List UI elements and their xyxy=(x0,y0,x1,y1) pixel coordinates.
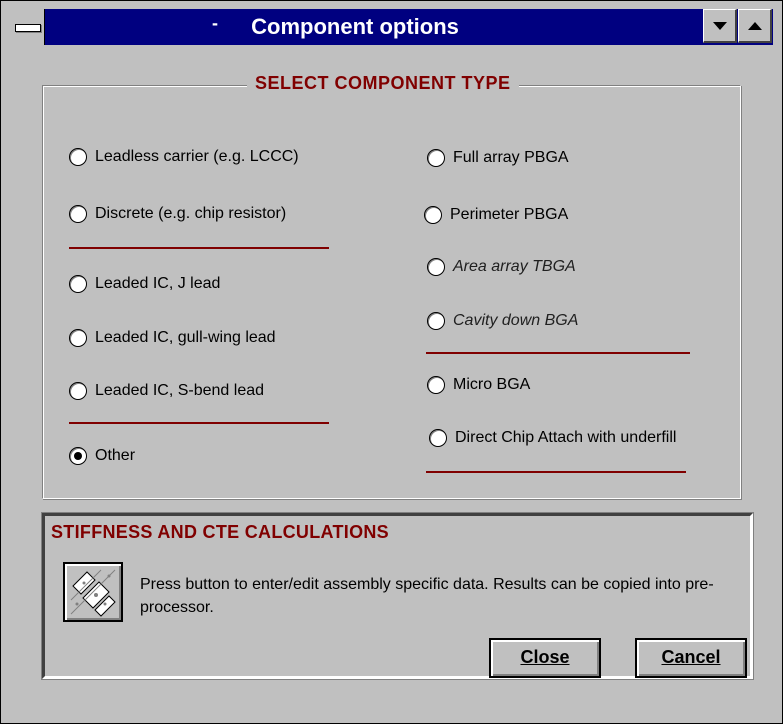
radio-leaded-gull-wing[interactable]: Leaded IC, gull-wing lead xyxy=(69,329,276,347)
maximize-button[interactable] xyxy=(738,9,772,43)
component-options-window: - Component options SELECT COMPONENT TYP… xyxy=(0,0,783,724)
radio-circle xyxy=(69,148,87,166)
group-title: SELECT COMPONENT TYPE xyxy=(247,73,519,94)
radio-circle xyxy=(427,149,445,167)
cancel-button[interactable]: Cancel xyxy=(635,638,747,678)
radio-circle xyxy=(69,329,87,347)
close-button[interactable]: Close xyxy=(489,638,601,678)
radio-other[interactable]: Other xyxy=(69,447,135,465)
radio-leadless-carrier[interactable]: Leadless carrier (e.g. LCCC) xyxy=(69,148,299,166)
separator-line xyxy=(426,471,686,473)
radio-label: Leadless carrier (e.g. LCCC) xyxy=(95,148,299,165)
radio-label: Direct Chip Attach with underfill xyxy=(455,429,677,446)
radio-circle xyxy=(427,258,445,276)
radio-discrete[interactable]: Discrete (e.g. chip resistor) xyxy=(69,205,286,223)
radio-circle xyxy=(69,382,87,400)
radio-label: Leaded IC, gull-wing lead xyxy=(95,329,276,346)
separator-line xyxy=(69,247,329,249)
radio-area-array-tbga[interactable]: Area array TBGA xyxy=(427,258,576,276)
maximize-arrow-icon xyxy=(747,21,762,30)
separator-line xyxy=(69,422,329,424)
radio-label: Micro BGA xyxy=(453,376,531,393)
title-bar: - Component options xyxy=(9,9,773,45)
radio-circle-selected xyxy=(69,447,87,465)
radio-label: Cavity down BGA xyxy=(453,312,579,329)
stiffness-calculation-button[interactable] xyxy=(63,562,123,622)
radio-circle xyxy=(424,206,442,224)
radio-label: Perimeter PBGA xyxy=(450,206,569,223)
radio-circle xyxy=(427,376,445,394)
radio-cavity-down-bga[interactable]: Cavity down BGA xyxy=(427,312,578,330)
separator-line xyxy=(426,352,690,354)
radio-full-array-pbga[interactable]: Full array PBGA xyxy=(427,149,569,167)
component-type-group: SELECT COMPONENT TYPE Leadless carrier (… xyxy=(42,73,741,499)
panel-title: STIFFNESS AND CTE CALCULATIONS xyxy=(51,522,389,542)
radio-circle xyxy=(69,275,87,293)
radio-micro-bga[interactable]: Micro BGA xyxy=(427,376,530,394)
radio-label: Other xyxy=(95,447,136,464)
radio-direct-chip-attach[interactable]: Direct Chip Attach with underfill xyxy=(429,429,676,447)
radio-leaded-j[interactable]: Leaded IC, J lead xyxy=(69,275,220,293)
radio-label: Full array PBGA xyxy=(453,149,569,166)
panel-description: Press button to enter/edit assembly spec… xyxy=(140,576,714,616)
radio-circle xyxy=(427,312,445,330)
radio-label: Leaded IC, J lead xyxy=(95,275,221,292)
minimize-arrow-icon xyxy=(712,21,727,30)
radio-leaded-s-bend[interactable]: Leaded IC, S-bend lead xyxy=(69,382,264,400)
assembly-data-icon xyxy=(69,568,117,617)
radio-label: Leaded IC, S-bend lead xyxy=(95,382,265,399)
minimize-button[interactable] xyxy=(703,9,737,43)
radio-label: Discrete (e.g. chip resistor) xyxy=(95,205,287,222)
radio-label: Area array TBGA xyxy=(453,258,576,275)
radio-circle xyxy=(69,205,87,223)
radio-circle xyxy=(429,429,447,447)
window-title: Component options xyxy=(251,14,459,39)
radio-perimeter-pbga[interactable]: Perimeter PBGA xyxy=(424,206,568,224)
